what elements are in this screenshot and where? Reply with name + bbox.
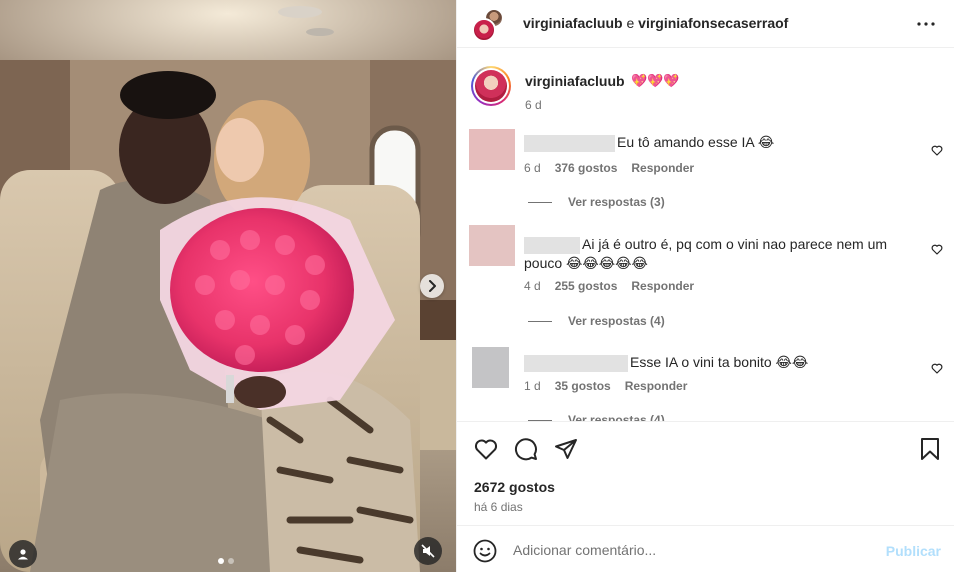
carousel-indicator	[218, 558, 234, 564]
caption-text: 💖💖💖	[631, 73, 680, 88]
comment-meta: 1 d 35 gostos Responder	[524, 379, 701, 393]
avatar[interactable]	[469, 129, 515, 170]
comment-body: Eu tô amando esse IA 😂	[617, 134, 775, 150]
comment-time: 1 d	[524, 379, 541, 393]
tagged-users-button[interactable]	[9, 540, 37, 568]
comment-likes[interactable]: 376 gostos	[555, 161, 618, 175]
caption-time: 6 d	[525, 98, 542, 112]
post-actions: 2672 gostos há 6 dias	[457, 421, 954, 525]
author-link[interactable]: virginiafonsecaserraof	[638, 15, 788, 31]
comments-list[interactable]: virginiafacluub 💖💖💖 6 d Eu tô amando ess…	[457, 49, 954, 421]
replies-divider	[528, 321, 552, 323]
avatar	[472, 18, 496, 42]
comment-button[interactable]	[513, 436, 539, 462]
view-replies-label: Ver respostas (4)	[568, 314, 665, 328]
view-replies-button[interactable]: Ver respostas (4)	[528, 314, 665, 328]
comment-meta: 6 d 376 gostos Responder	[524, 161, 708, 175]
comment-item: Ai já é outro é, pq com o vini nao parec…	[467, 225, 954, 335]
muted-speaker-icon	[421, 544, 435, 558]
view-replies-label: Ver respostas (3)	[568, 195, 665, 209]
bookmark-icon	[921, 438, 939, 460]
comment-item: Eu tô amando esse IA 😂 6 d 376 gostos Resp…	[467, 129, 954, 219]
heart-outline-icon	[931, 363, 943, 374]
redacted-username	[524, 354, 628, 372]
heart-outline-icon	[931, 145, 943, 156]
reply-button[interactable]: Responder	[625, 379, 688, 393]
comment-item: Esse IA o vini ta bonito 😂😂 1 d 35 gostos…	[467, 347, 954, 421]
heart-icon	[474, 439, 498, 460]
post-authors: virginiafacluub e virginiafonsecaserraof	[523, 15, 788, 31]
carousel-dot	[228, 558, 234, 564]
post-timestamp: há 6 dias	[474, 500, 523, 514]
comment-like-button[interactable]	[930, 242, 944, 256]
caption-username[interactable]: virginiafacluub	[525, 73, 625, 89]
post-media[interactable]	[0, 0, 456, 572]
post-header: virginiafacluub e virginiafonsecaserraof	[457, 0, 954, 48]
caption-avatar[interactable]	[471, 66, 511, 106]
comment-meta: 4 d 255 gostos Responder	[524, 279, 708, 293]
redacted-username	[524, 236, 580, 254]
user-icon	[18, 549, 28, 560]
avatar[interactable]	[469, 225, 515, 266]
view-replies-button[interactable]: Ver respostas (4)	[528, 413, 665, 421]
comment-text: Esse IA o vini ta bonito 😂😂	[524, 353, 916, 372]
reply-button[interactable]: Responder	[631, 279, 694, 293]
comment-time: 6 d	[524, 161, 541, 175]
likes-count[interactable]: 2672 gostos	[474, 479, 555, 495]
view-replies-button[interactable]: Ver respostas (3)	[528, 195, 665, 209]
comment-like-button[interactable]	[930, 361, 944, 375]
send-icon	[555, 439, 577, 459]
post-photo	[0, 0, 456, 572]
comment-time: 4 d	[524, 279, 541, 293]
comment-icon	[515, 438, 537, 461]
post-side-panel: virginiafacluub e virginiafonsecaserraof…	[456, 0, 954, 572]
author-link[interactable]: virginiafacluub	[523, 15, 623, 31]
comment-likes[interactable]: 255 gostos	[555, 279, 618, 293]
comment-like-button[interactable]	[930, 143, 944, 157]
next-photo-button[interactable]	[420, 274, 444, 298]
redacted-username	[524, 134, 615, 152]
chevron-right-icon	[429, 280, 436, 292]
reply-button[interactable]: Responder	[631, 161, 694, 175]
share-button[interactable]	[553, 436, 579, 462]
comment-body: Esse IA o vini ta bonito 😂😂	[630, 354, 809, 370]
heart-outline-icon	[931, 244, 943, 255]
comment-text: Ai já é outro é, pq com o vini nao parec…	[524, 235, 916, 272]
save-button[interactable]	[917, 436, 943, 462]
comment-input[interactable]	[513, 538, 873, 562]
post-caption: virginiafacluub 💖💖💖 6 d	[471, 66, 941, 126]
collab-avatars[interactable]	[472, 8, 506, 42]
comment-text: Eu tô amando esse IA 😂	[524, 133, 916, 152]
more-options-button[interactable]	[914, 12, 938, 36]
replies-divider	[528, 202, 552, 204]
avatar[interactable]	[472, 347, 509, 388]
publish-button[interactable]: Publicar	[886, 543, 941, 559]
like-button[interactable]	[473, 436, 499, 462]
emoji-button[interactable]	[473, 539, 497, 563]
more-icon	[917, 22, 935, 26]
emoji-icon	[473, 539, 497, 563]
comment-likes[interactable]: 35 gostos	[555, 379, 611, 393]
author-separator: e	[622, 15, 639, 31]
mute-button[interactable]	[414, 537, 442, 565]
view-replies-label: Ver respostas (4)	[568, 413, 665, 421]
add-comment-bar: Publicar	[457, 525, 954, 572]
carousel-dot-active	[218, 558, 224, 564]
